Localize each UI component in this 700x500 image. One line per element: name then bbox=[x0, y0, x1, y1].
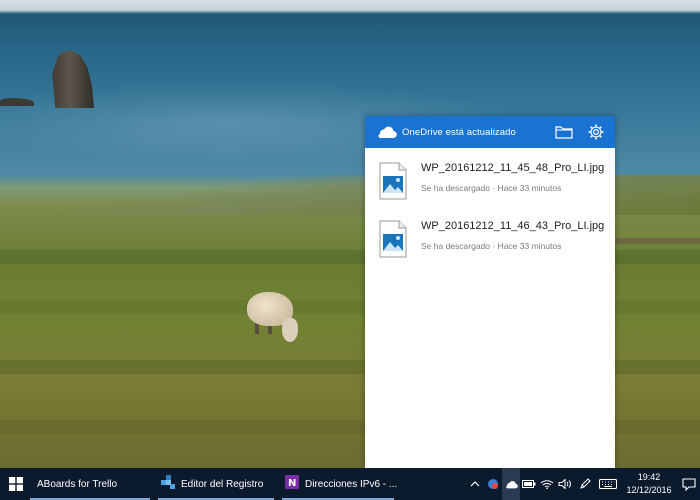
system-tray: 19:42 12/12/2016 bbox=[466, 468, 700, 500]
file-status: Se ha descargado · Hace 33 minutos bbox=[421, 241, 562, 251]
action-center-button[interactable] bbox=[678, 468, 700, 500]
sea-rock-small bbox=[0, 98, 34, 106]
onedrive-status-title: OneDrive está actualizado bbox=[402, 126, 516, 138]
taskbar: ABoards for Trello Editor del Registro N… bbox=[0, 468, 700, 500]
onedrive-cloud-icon bbox=[375, 125, 397, 139]
taskbar-clock[interactable]: 19:42 12/12/2016 bbox=[624, 471, 674, 497]
battery-icon[interactable] bbox=[520, 468, 538, 500]
registry-editor-icon bbox=[160, 474, 176, 495]
file-item[interactable]: WP_20161212_11_45_48_Pro_LI.jpg Se ha de… bbox=[365, 156, 615, 214]
taskbar-app-onenote[interactable]: N Direcciones IPv6 - ... bbox=[278, 468, 398, 500]
clock-date: 12/12/2016 bbox=[626, 485, 672, 495]
onedrive-header: OneDrive está actualizado bbox=[365, 116, 615, 148]
file-item[interactable]: WP_20161212_11_46_43_Pro_LI.jpg Se ha de… bbox=[365, 214, 615, 272]
stone-wall bbox=[610, 238, 700, 244]
image-file-icon bbox=[379, 162, 407, 200]
clock-time: 19:42 bbox=[637, 472, 661, 482]
settings-button[interactable] bbox=[585, 121, 607, 143]
volume-icon[interactable] bbox=[556, 468, 574, 500]
taskbar-app-label: ABoards for Trello bbox=[37, 478, 118, 490]
recent-files-list: WP_20161212_11_45_48_Pro_LI.jpg Se ha de… bbox=[365, 148, 615, 272]
windows-icon bbox=[9, 477, 23, 491]
taskbar-app-aboards[interactable]: ABoards for Trello bbox=[26, 468, 154, 500]
onedrive-flyout: OneDrive está actualizado WP_20161212_11… bbox=[365, 116, 615, 468]
file-status: Se ha descargado · Hace 33 minutos bbox=[421, 183, 562, 193]
start-button[interactable] bbox=[6, 468, 26, 500]
sheep-head bbox=[282, 318, 298, 342]
file-name: WP_20161212_11_45_48_Pro_LI.jpg bbox=[421, 162, 605, 174]
onenote-icon: N bbox=[284, 474, 300, 495]
notification-icon bbox=[682, 477, 696, 491]
open-folder-button[interactable] bbox=[553, 121, 575, 143]
image-file-icon bbox=[379, 220, 407, 258]
keyboard-icon[interactable] bbox=[596, 468, 620, 500]
security-icon[interactable] bbox=[484, 468, 502, 500]
file-name: WP_20161212_11_46_43_Pro_LI.jpg bbox=[421, 220, 605, 232]
onedrive-icon[interactable] bbox=[502, 468, 520, 500]
wifi-icon[interactable] bbox=[538, 468, 556, 500]
taskbar-app-label: Direcciones IPv6 - ... bbox=[305, 478, 398, 490]
folder-icon bbox=[555, 126, 573, 139]
pen-icon[interactable] bbox=[574, 468, 596, 500]
taskbar-app-registry-editor[interactable]: Editor del Registro bbox=[154, 468, 278, 500]
chevron-up-icon[interactable] bbox=[466, 468, 484, 500]
taskbar-app-label: Editor del Registro bbox=[181, 478, 264, 490]
gear-icon bbox=[588, 124, 604, 140]
svg-text:N: N bbox=[288, 478, 296, 489]
